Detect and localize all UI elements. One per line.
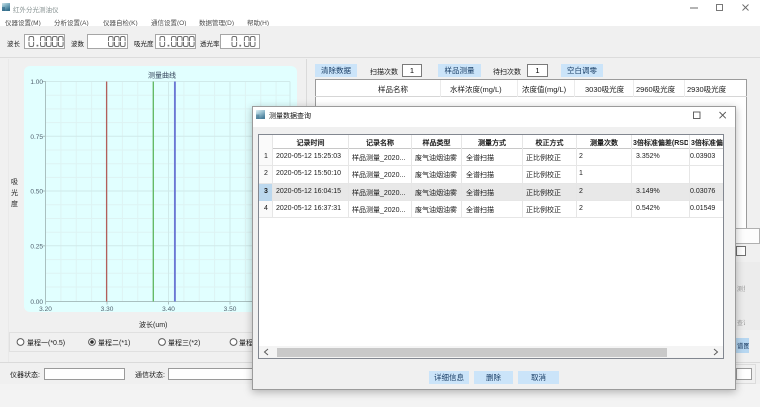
svg-text:测量曲线: 测量曲线 xyxy=(148,71,176,80)
svg-text:3.40: 3.40 xyxy=(162,306,175,312)
svg-text:0.75: 0.75 xyxy=(30,134,43,141)
svg-text:3.20: 3.20 xyxy=(39,306,52,312)
svg-text:3.30: 3.30 xyxy=(101,306,114,312)
svg-text:1.00: 1.00 xyxy=(30,79,43,86)
svg-text:0.25: 0.25 xyxy=(30,243,43,250)
svg-text:0.00: 0.00 xyxy=(30,299,43,306)
svg-text:0.50: 0.50 xyxy=(30,189,43,196)
svg-text:3.50: 3.50 xyxy=(224,306,237,312)
